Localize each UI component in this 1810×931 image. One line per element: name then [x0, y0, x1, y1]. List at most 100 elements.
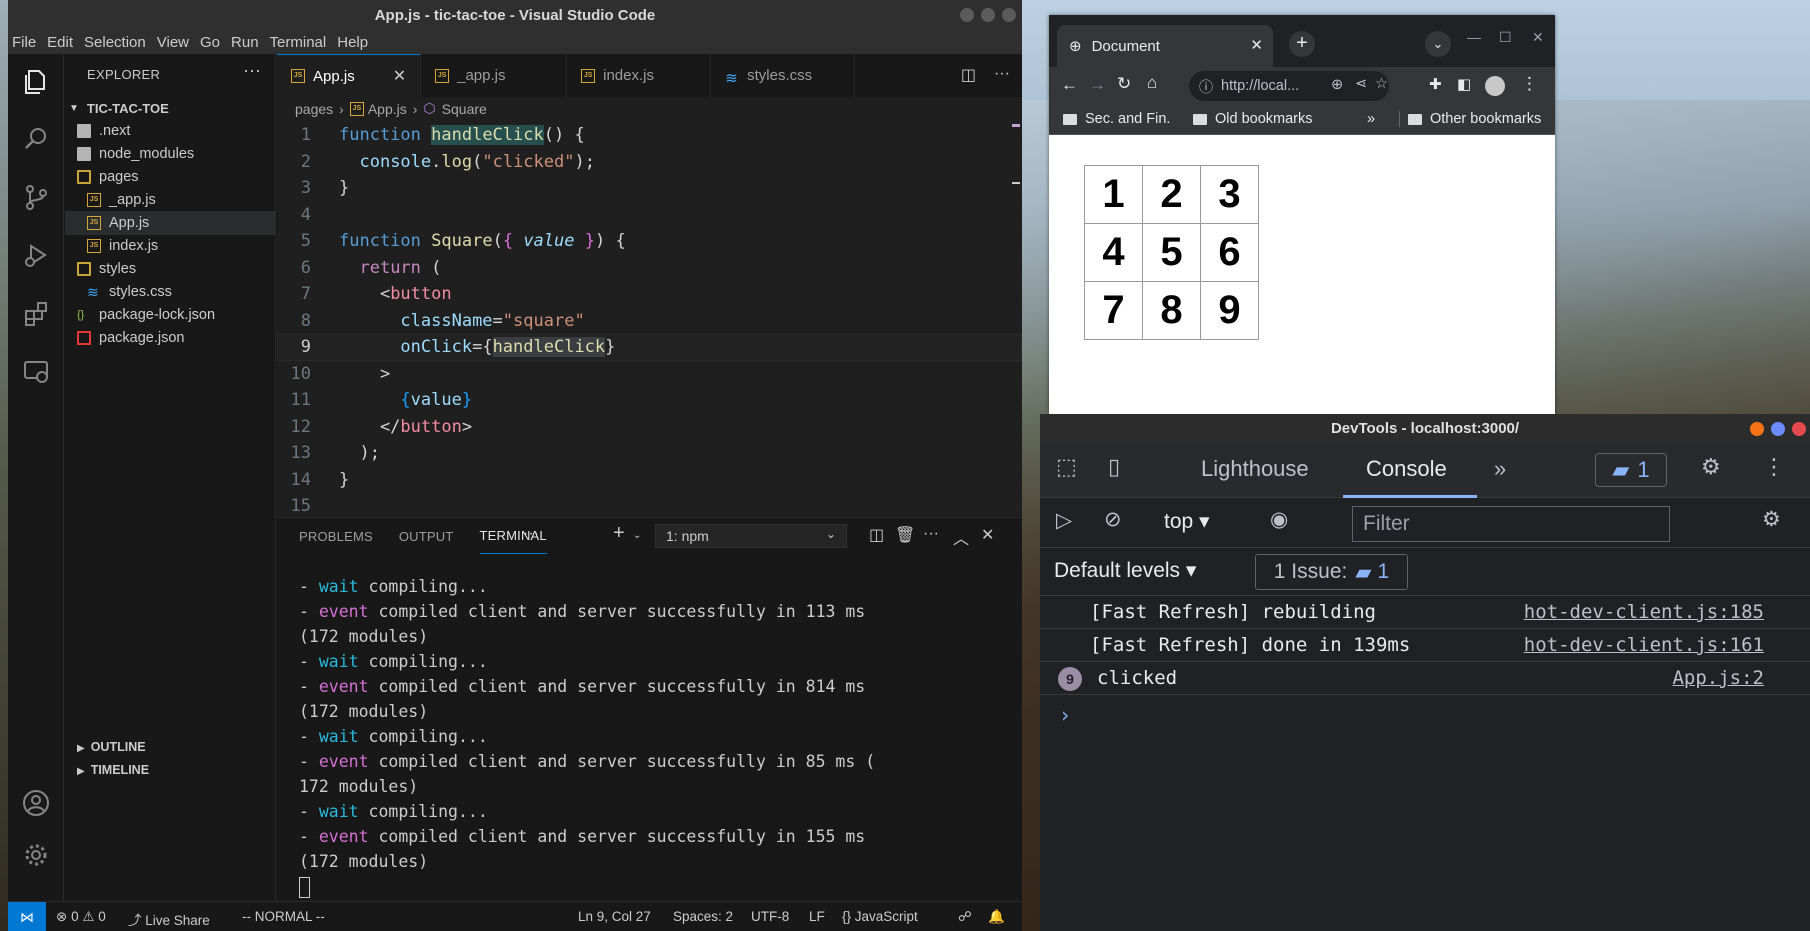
more-actions-icon[interactable]: ···	[243, 60, 261, 81]
maximize-button[interactable]	[1771, 422, 1785, 436]
more-bookmarks-icon[interactable]: »	[1367, 111, 1375, 127]
chevron-down-icon[interactable]: ⌄	[633, 530, 641, 541]
menu-help[interactable]: Help	[337, 34, 368, 51]
tree-item-app[interactable]: JS App.js	[65, 211, 275, 235]
cursor-position[interactable]: Ln 9, Col 27	[578, 909, 651, 924]
remote-explorer-icon[interactable]	[21, 356, 51, 386]
close-icon[interactable]: ✕	[981, 525, 994, 545]
breadcrumb-item[interactable]: App.js	[368, 101, 407, 117]
language-mode[interactable]: {} JavaScript	[842, 909, 918, 924]
terminal-select[interactable]: 1: npm ⌄	[655, 524, 847, 548]
tab-problems[interactable]: PROBLEMS	[299, 518, 373, 554]
gear-icon[interactable]	[21, 840, 51, 870]
code-line[interactable]: 11 {value}	[277, 387, 1022, 414]
menu-file[interactable]: File	[12, 34, 36, 51]
back-icon[interactable]: ←	[1061, 75, 1078, 95]
tab-app-js[interactable]: JS App.js ✕	[277, 54, 422, 97]
tab-search-icon[interactable]: ⌄	[1425, 31, 1451, 57]
tab-output[interactable]: OUTPUT	[399, 518, 454, 554]
extensions-icon[interactable]: ✚	[1429, 75, 1442, 93]
close-icon[interactable]: ✕	[1250, 36, 1263, 54]
tree-item-styles-css[interactable]: ≋ styles.css	[65, 280, 275, 304]
menu-run[interactable]: Run	[231, 34, 259, 51]
code-line[interactable]: 5 function Square({ value }) {	[277, 228, 1022, 255]
home-icon[interactable]: ⌂	[1147, 73, 1157, 93]
square[interactable]: 9	[1200, 281, 1259, 340]
share-icon[interactable]: ⋖	[1355, 76, 1367, 92]
message-source-link[interactable]: hot-dev-client.js:185	[1524, 601, 1764, 623]
star-icon[interactable]: ☆	[1375, 76, 1388, 92]
tree-item-pages[interactable]: pages	[65, 165, 275, 189]
reload-icon[interactable]: ↻	[1117, 74, 1131, 94]
split-editor-icon[interactable]: ◫	[961, 65, 976, 85]
scrollbar[interactable]	[1012, 182, 1020, 184]
minimize-button[interactable]: —	[1467, 29, 1481, 45]
maximize-button[interactable]	[981, 8, 995, 22]
more-options-icon[interactable]: ⋮	[1763, 454, 1785, 480]
more-actions-icon[interactable]: ···	[994, 65, 1010, 85]
problems-status[interactable]: ⊗ 0 ⚠ 0	[56, 909, 106, 925]
chevron-up-icon[interactable]: ︿	[953, 525, 969, 549]
context-select[interactable]: top ▾	[1164, 509, 1210, 534]
more-actions-icon[interactable]: ···	[523, 525, 539, 543]
code-line[interactable]: 14}	[277, 467, 1022, 494]
add-terminal-icon[interactable]: +	[613, 522, 625, 545]
minimize-button[interactable]	[960, 8, 974, 22]
workspace-root[interactable]: ▼ TIC-TAC-TOE	[65, 96, 275, 120]
code-editor[interactable]: 1 function handleClick() {2 console.log("…	[277, 122, 1022, 520]
sidebar-toggle-icon[interactable]: ▷	[1056, 508, 1072, 533]
browser-tab[interactable]: ⊕ Document ✕	[1057, 25, 1273, 67]
tree-item-node-modules[interactable]: node_modules	[65, 142, 275, 166]
end-of-line[interactable]: LF	[809, 909, 825, 924]
timeline-section[interactable]: ▶ TIMELINE	[77, 763, 149, 777]
code-line[interactable]: 13 );	[277, 440, 1022, 467]
tab-app-underscore[interactable]: JS _app.js	[421, 54, 568, 97]
menu-terminal[interactable]: Terminal	[270, 34, 327, 51]
tree-item-package-lock[interactable]: {} package-lock.json	[65, 303, 275, 327]
bell-icon[interactable]: 🔔	[988, 909, 1005, 925]
outline-section[interactable]: ▶ OUTLINE	[77, 740, 146, 754]
zoom-icon[interactable]: ⊕	[1331, 77, 1343, 93]
more-tabs-icon[interactable]: »	[1494, 456, 1506, 482]
tree-item-next[interactable]: .next	[65, 119, 275, 143]
maximize-button[interactable]: ☐	[1499, 29, 1512, 46]
indentation[interactable]: Spaces: 2	[673, 909, 733, 924]
tab-styles-css[interactable]: ≋ styles.css	[711, 54, 856, 97]
extensions-icon[interactable]	[21, 298, 51, 328]
levels-select[interactable]: Default levels ▾	[1054, 558, 1196, 583]
side-panel-icon[interactable]: ◧	[1457, 75, 1471, 93]
tree-item-index[interactable]: JS index.js	[65, 234, 275, 258]
close-button[interactable]: ✕	[1532, 29, 1544, 46]
square[interactable]: 4	[1084, 223, 1143, 282]
clear-console-icon[interactable]: ⊘	[1104, 507, 1122, 532]
issues-badge[interactable]: ▰ 1	[1595, 453, 1667, 487]
close-button[interactable]	[1002, 8, 1016, 22]
code-line[interactable]: 2 console.log("clicked");	[277, 149, 1022, 176]
square[interactable]: 1	[1084, 165, 1143, 224]
trash-icon[interactable]: 🗑	[895, 525, 915, 545]
square[interactable]: 8	[1142, 281, 1201, 340]
tree-item-package[interactable]: package.json	[65, 326, 275, 350]
split-terminal-icon[interactable]: ◫	[869, 525, 884, 545]
tab-lighthouse[interactable]: Lighthouse	[1201, 456, 1309, 482]
code-line[interactable]: 7 <button	[277, 281, 1022, 308]
filter-input[interactable]: Filter	[1352, 506, 1670, 542]
tree-item-styles[interactable]: styles	[65, 257, 275, 281]
encoding[interactable]: UTF-8	[751, 909, 789, 924]
avatar[interactable]	[1485, 76, 1505, 96]
square[interactable]: 2	[1142, 165, 1201, 224]
bookmark-folder[interactable]: Sec. and Fin.	[1063, 111, 1170, 127]
terminal-output[interactable]: - wait compiling... - event compiled clie…	[299, 574, 1009, 899]
run-debug-icon[interactable]	[21, 240, 51, 270]
message-source-link[interactable]: hot-dev-client.js:161	[1524, 634, 1764, 656]
breadcrumb-item[interactable]: pages	[295, 101, 333, 117]
search-icon[interactable]	[21, 124, 51, 154]
inspect-icon[interactable]: ⬚	[1056, 454, 1077, 480]
code-line[interactable]: 12 </button>	[277, 414, 1022, 441]
menu-selection[interactable]: Selection	[84, 34, 146, 51]
code-line[interactable]: 10 >	[277, 361, 1022, 388]
issues-button[interactable]: 1 Issue: ▰ 1	[1255, 554, 1408, 590]
code-line[interactable]: 6 return (	[277, 255, 1022, 282]
menu-icon[interactable]: ⋮	[1521, 74, 1538, 94]
tab-console[interactable]: Console	[1366, 456, 1447, 482]
